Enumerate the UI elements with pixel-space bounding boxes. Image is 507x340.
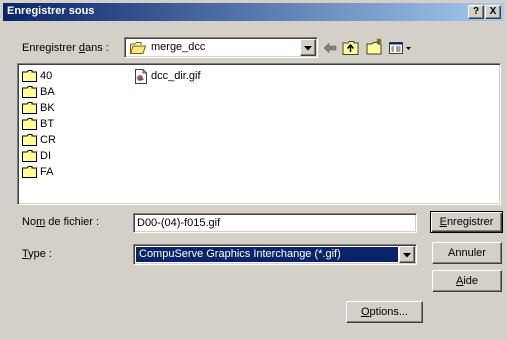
save-label: nregistrer: [446, 216, 494, 228]
folder-open-icon: [130, 42, 146, 54]
filetype-selection: CompuServe Graphics Interchange (*.gif): [136, 247, 398, 262]
savein-dropdown-button[interactable]: [300, 39, 316, 56]
chevron-down-icon: [403, 253, 411, 258]
save-accel: E: [439, 216, 447, 228]
chevron-down-icon: [304, 46, 312, 51]
filetype-value: CompuServe Graphics Interchange (*.gif): [139, 248, 341, 260]
folder-name: CR: [40, 134, 56, 146]
savein-label-rest: ans :: [84, 42, 109, 54]
folder-icon: [22, 150, 37, 162]
folder-icon: [22, 86, 37, 98]
savein-value: merge_dcc: [151, 41, 206, 53]
options-accel: O: [360, 306, 370, 318]
help-title-label: ?: [472, 6, 480, 17]
filetype-dropdown[interactable]: CompuServe Graphics Interchange (*.gif): [133, 244, 417, 265]
list-item[interactable]: CR: [22, 132, 56, 148]
cancel-button[interactable]: Annuler: [432, 242, 502, 264]
cancel-label: Annuler: [448, 247, 486, 259]
filetype-dropdown-button[interactable]: [399, 246, 415, 263]
list-item[interactable]: 40: [22, 68, 56, 84]
filename-input[interactable]: D00-(04)-f015.gif: [133, 213, 417, 233]
filename-value: D00-(04)-f015.gif: [137, 217, 221, 229]
list-item[interactable]: dcc_dir.gif: [134, 68, 201, 84]
help-title-button[interactable]: ?: [468, 5, 484, 19]
folder-icon: [22, 118, 37, 130]
list-item[interactable]: BA: [22, 84, 56, 100]
title-bar[interactable]: Enregistrer sous ? X: [3, 3, 504, 21]
list-item[interactable]: DI: [22, 148, 56, 164]
up-folder-icon[interactable]: [342, 40, 360, 56]
filename-label-rest: de fichier :: [45, 216, 100, 228]
folder-icon: [22, 102, 37, 114]
save-button[interactable]: Enregistrer: [430, 211, 503, 233]
file-list[interactable]: 40 BA BK BT CR DI FA dcc_dir.gif: [17, 63, 501, 205]
folder-name: BA: [40, 86, 55, 98]
folder-icon: [22, 166, 37, 178]
list-item[interactable]: FA: [22, 164, 56, 180]
list-item[interactable]: BT: [22, 116, 56, 132]
view-menu-icon[interactable]: [389, 40, 413, 56]
filename-label: Nom de fichier :: [22, 216, 99, 228]
folder-name: DI: [40, 150, 51, 162]
help-button[interactable]: Aide: [432, 270, 502, 292]
options-label: ptions...: [369, 306, 409, 318]
folder-name: BT: [40, 118, 55, 130]
savein-label: Enregistrer dans :: [22, 42, 109, 54]
options-button[interactable]: Options...: [346, 301, 423, 323]
filename-label-part: No: [22, 216, 37, 228]
folder-name: BK: [40, 102, 55, 114]
file-name: dcc_dir.gif: [151, 70, 201, 82]
filetype-label: Type :: [22, 248, 52, 260]
close-button[interactable]: X: [485, 5, 501, 19]
close-label: X: [489, 6, 497, 17]
filename-label-accel: m: [36, 216, 46, 228]
savein-label-part: Enregistrer: [22, 42, 79, 54]
savein-dropdown[interactable]: merge_dcc: [124, 37, 318, 58]
list-item[interactable]: BK: [22, 100, 56, 116]
filetype-label-rest: ype :: [28, 248, 52, 260]
folder-name: 40: [40, 70, 53, 82]
gif-file-icon: [135, 68, 147, 84]
folder-name: FA: [40, 166, 54, 178]
help-label: ide: [463, 275, 479, 287]
folder-icon: [22, 134, 37, 146]
folder-column: 40 BA BK BT CR DI FA: [22, 68, 56, 180]
back-arrow-icon[interactable]: [322, 40, 338, 56]
window-title: Enregistrer sous: [7, 5, 95, 17]
folder-icon: [22, 70, 37, 82]
new-folder-icon[interactable]: [366, 38, 384, 56]
